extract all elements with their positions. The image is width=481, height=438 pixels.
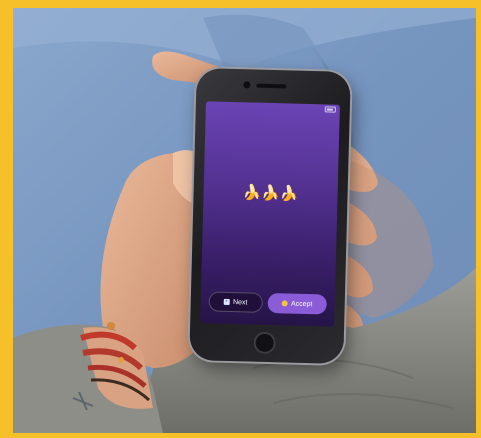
front-camera (243, 81, 251, 89)
earpiece-speaker (256, 83, 287, 89)
home-button[interactable] (253, 331, 276, 355)
status-right (323, 106, 336, 113)
smartphone: 🍌🍌🍌 Next Accept (189, 68, 351, 364)
battery-icon (324, 106, 336, 113)
photo: 🍌🍌🍌 Next Accept (13, 8, 476, 433)
next-arrow-icon (223, 298, 231, 305)
accept-button[interactable]: Accept (267, 292, 327, 315)
banana-emoji-row: 🍌🍌🍌 (242, 183, 299, 203)
bead (107, 322, 115, 330)
yellow-frame: 🍌🍌🍌 Next Accept (0, 0, 481, 438)
blurred-message (213, 206, 327, 209)
accept-button-label: Accept (290, 300, 313, 308)
accept-emoji-icon (281, 300, 289, 307)
next-button-label: Next (232, 298, 248, 306)
bead (118, 357, 124, 363)
status-bar (206, 101, 340, 115)
phone-screen: 🍌🍌🍌 Next Accept (200, 101, 340, 327)
next-button[interactable]: Next (208, 291, 263, 313)
